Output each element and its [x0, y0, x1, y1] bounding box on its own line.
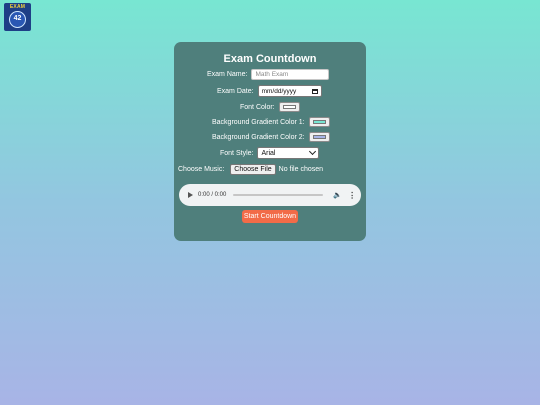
font-color-label: Font Color: [240, 103, 275, 111]
start-countdown-button[interactable]: Start Countdown [242, 210, 298, 223]
bg-color2-row: Background Gradient Color 2: [212, 132, 330, 142]
font-style-label: Font Style: [220, 149, 254, 157]
exam-name-label: Exam Name: [207, 71, 248, 78]
music-row: Choose Music: Choose File No file chosen [178, 164, 323, 175]
music-label: Choose Music: [178, 166, 225, 173]
font-style-row: Font Style: Arial [220, 147, 320, 159]
choose-file-button[interactable]: Choose File [230, 164, 276, 175]
volume-icon[interactable]: 🔈 [333, 191, 342, 199]
font-color-row: Font Color: [240, 102, 300, 112]
more-options-icon[interactable]: ⋮ [348, 191, 356, 200]
audio-time: 0:00 / 0:00 [198, 192, 227, 198]
exam-date-label: Exam Date: [217, 87, 254, 95]
exam-name-input[interactable]: Math Exam [251, 69, 330, 80]
bg-color1-row: Background Gradient Color 1: [212, 117, 330, 127]
exam-date-input[interactable]: mm/dd/yyyy [257, 85, 322, 97]
audio-progress-bar[interactable] [233, 194, 324, 196]
exam-name-row: Exam Name: Math Exam [207, 69, 330, 80]
bg-color1-label: Background Gradient Color 1: [212, 118, 305, 126]
font-style-select[interactable]: Arial [257, 147, 320, 159]
no-file-text: No file chosen [278, 166, 324, 173]
bg-color2-picker[interactable] [308, 132, 330, 142]
exam-date-value: mm/dd/yyyy [261, 87, 297, 95]
logo-badge: 42 [9, 11, 26, 28]
countdown-form: Exam Countdown Exam Name: Math Exam Exam… [174, 42, 366, 241]
form-title: Exam Countdown [223, 53, 317, 65]
audio-player: 0:00 / 0:00 🔈 ⋮ [179, 184, 361, 206]
exam-date-row: Exam Date: mm/dd/yyyy [217, 85, 322, 97]
play-icon[interactable] [188, 192, 193, 198]
bg-color1-swatch [312, 120, 326, 124]
bg-color1-picker[interactable] [308, 117, 330, 127]
bg-color2-label: Background Gradient Color 2: [212, 133, 305, 141]
app-logo: EXAM 42 [4, 3, 31, 31]
chevron-down-icon [309, 147, 317, 156]
calendar-icon[interactable] [311, 88, 318, 94]
logo-text: EXAM [9, 4, 26, 10]
font-style-value: Arial [261, 149, 276, 157]
font-color-picker[interactable] [278, 102, 300, 112]
bg-color2-swatch [312, 135, 326, 139]
logo-number: 42 [13, 15, 22, 22]
font-color-swatch [282, 105, 296, 109]
